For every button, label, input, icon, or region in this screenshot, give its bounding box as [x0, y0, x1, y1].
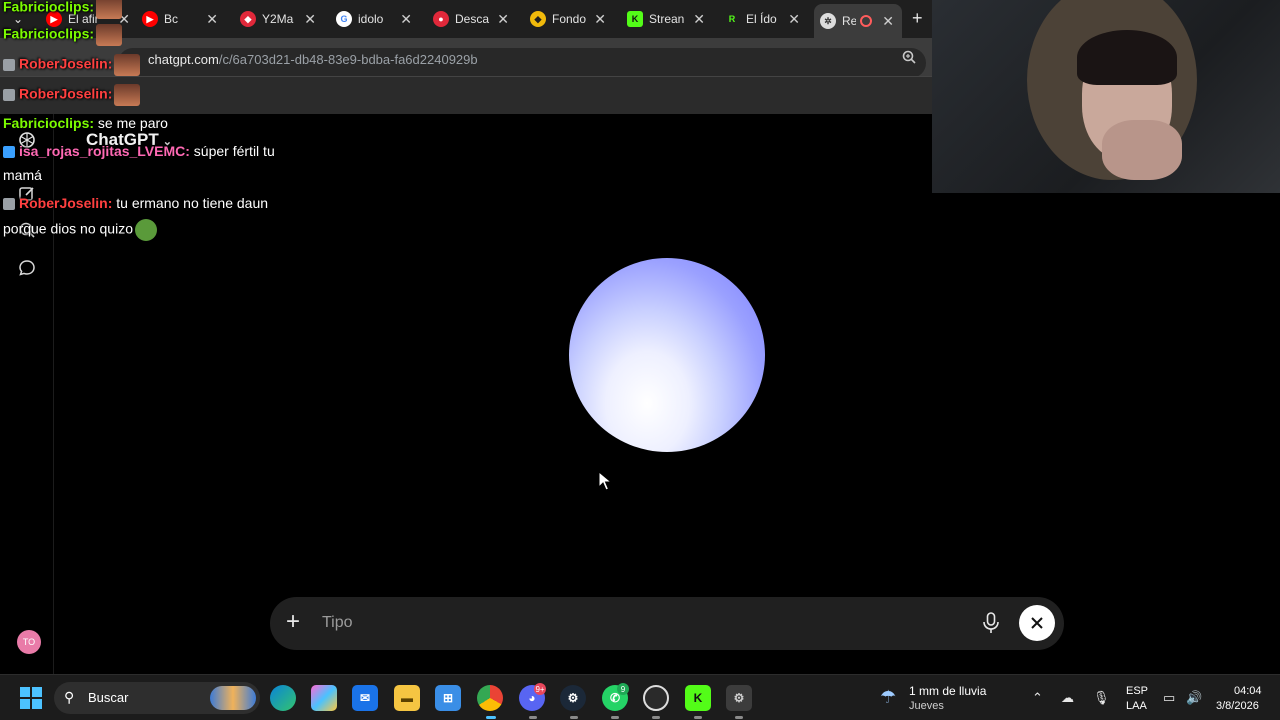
google-icon: G [336, 11, 352, 27]
webcam-hand [1102, 120, 1182, 180]
emote-icon [114, 84, 141, 106]
copilot-icon[interactable] [311, 685, 337, 711]
pepe-emote-icon [135, 219, 157, 241]
running-app-indicator [611, 716, 619, 719]
browser-tab[interactable]: ◆ Fondo ✕ [530, 6, 606, 32]
emote-icon [96, 0, 123, 19]
keyboard-layout-indicator[interactable]: LAA [1126, 700, 1147, 712]
steam-icon[interactable]: ⚙ [560, 685, 586, 711]
browser-tab[interactable]: K Strean ✕ [627, 6, 705, 32]
url-path: /c/6a703d21-db48-83e9-bdba-fa6d2240929b [218, 52, 478, 67]
search-icon: ⚲ [64, 689, 75, 705]
close-tab-icon[interactable]: ✕ [594, 11, 606, 28]
download-site-icon: ● [433, 11, 449, 27]
weather-main[interactable]: 1 mm de lluvia [909, 684, 986, 698]
browser-tab-strip: ⌄ ▶ El afir ✕ ▶ Bc ✕ ◆ Y2Ma ✕ G idolo ✕ … [0, 0, 932, 38]
url-domain: chatgpt.com [148, 52, 219, 67]
clock-date[interactable]: 3/8/2026 [1216, 700, 1259, 712]
emote-icon [96, 24, 123, 46]
browser-tab[interactable]: G idolo ✕ [336, 6, 412, 32]
mouse-cursor-icon [598, 470, 613, 496]
cloud-off-icon[interactable]: ☁ [1061, 690, 1074, 706]
end-voice-close-button[interactable] [1019, 605, 1055, 641]
language-indicator[interactable]: ESP [1126, 685, 1148, 697]
browser-tab[interactable]: R El Ído ✕ [724, 6, 800, 32]
message-input[interactable] [322, 610, 962, 636]
chat-message: RoberJoselin: [3, 84, 141, 106]
chrome-icon[interactable] [477, 685, 503, 711]
outlook-icon[interactable]: ✉ [352, 685, 378, 711]
webcam-feed [932, 0, 1280, 193]
chat-message: Fabricioclips: [3, 24, 123, 46]
volume-icon[interactable]: 🔊 [1186, 690, 1202, 706]
file-explorer-icon[interactable]: ▬ [394, 685, 420, 711]
recording-indicator-icon [860, 15, 872, 27]
running-app-indicator [570, 716, 578, 719]
close-tab-icon[interactable]: ✕ [304, 11, 316, 28]
chat-badge-icon [3, 198, 15, 211]
rumble-icon: R [724, 11, 740, 27]
obs-icon[interactable] [643, 685, 669, 711]
avatar[interactable]: TO [17, 630, 41, 654]
browser-tab[interactable]: ● Desca ✕ [433, 6, 509, 32]
whatsapp-badge: 9 [617, 683, 629, 695]
running-app-indicator [735, 716, 743, 719]
emote-icon [114, 54, 141, 76]
chat-message: Fabricioclips: [3, 0, 123, 19]
rain-umbrella-icon[interactable]: ☂ [880, 687, 896, 708]
webcam-hair [1077, 30, 1177, 85]
close-tab-icon[interactable]: ✕ [400, 11, 412, 28]
active-app-indicator [486, 716, 496, 719]
browser-tab[interactable]: ▶ Bc ✕ [142, 6, 218, 32]
network-icon[interactable]: ▭ [1163, 690, 1175, 706]
edge-icon[interactable] [270, 685, 296, 711]
microphone-tray-icon[interactable]: 🎙 [1093, 690, 1110, 706]
close-tab-icon[interactable]: ✕ [882, 13, 894, 30]
new-tab-plus-icon[interactable]: + [912, 8, 923, 29]
running-app-indicator [652, 716, 660, 719]
url-text[interactable]: chatgpt.com/c/6a703d21-db48-83e9-bdba-fa… [148, 52, 478, 67]
chat-badge-icon [3, 146, 15, 159]
chat-message: isa_rojas_rojitas_LVEMC: súper fértil tu [3, 143, 275, 159]
clock-time[interactable]: 04:04 [1234, 685, 1262, 697]
close-tab-icon[interactable]: ✕ [206, 11, 218, 28]
microphone-icon[interactable] [982, 612, 1000, 639]
chatgpt-favicon-icon: ✲ [820, 13, 836, 29]
settings-gear-icon[interactable]: ⚙ [726, 685, 752, 711]
binance-icon: ◆ [530, 11, 546, 27]
running-app-indicator [529, 716, 537, 719]
chevron-up-icon[interactable]: ⌃ [1032, 690, 1043, 706]
running-app-indicator [694, 716, 702, 719]
chat-message: RoberJoselin: tu ermano no tiene daun [3, 195, 268, 211]
chat-message: Fabricioclips: se me paro [3, 115, 168, 131]
close-tab-icon[interactable]: ✕ [693, 11, 705, 28]
youtube-icon: ▶ [142, 11, 158, 27]
close-icon [1031, 617, 1043, 629]
voice-mode-orb [569, 258, 765, 452]
weather-day[interactable]: Jueves [909, 700, 944, 712]
close-tab-icon[interactable]: ✕ [497, 11, 509, 28]
taskbar: ⚲ Buscar ✉ ▬ ⊞ ◕ 9+ ⚙ ✆ 9 K ⚙ ☂ 1 mm de … [0, 674, 1280, 720]
chat-badge-icon [3, 89, 15, 101]
composer: + [270, 597, 1064, 650]
discord-badge: 9+ [534, 683, 546, 695]
close-tab-icon[interactable]: ✕ [788, 11, 800, 28]
y2mate-icon: ◆ [240, 11, 256, 27]
windows-start-icon[interactable] [20, 687, 42, 709]
add-attachment-plus-icon[interactable]: + [286, 609, 300, 635]
kick-icon: K [627, 11, 643, 27]
chat-message: RoberJoselin: [3, 54, 141, 76]
zoom-icon[interactable] [902, 50, 916, 67]
microsoft-store-icon[interactable]: ⊞ [435, 685, 461, 711]
chat-bubble-icon[interactable] [17, 258, 37, 278]
browser-tab[interactable]: ◆ Y2Ma ✕ [240, 6, 316, 32]
chat-message-continuation: porque dios no quizo [3, 219, 157, 241]
browser-tab-active[interactable]: ✲ Re ✕ [814, 4, 902, 38]
search-highlight-image [210, 686, 256, 710]
chat-message-continuation: mamá [3, 167, 42, 183]
kick-app-icon[interactable]: K [685, 685, 711, 711]
taskbar-search[interactable]: ⚲ Buscar [54, 682, 260, 714]
chat-badge-icon [3, 59, 15, 71]
